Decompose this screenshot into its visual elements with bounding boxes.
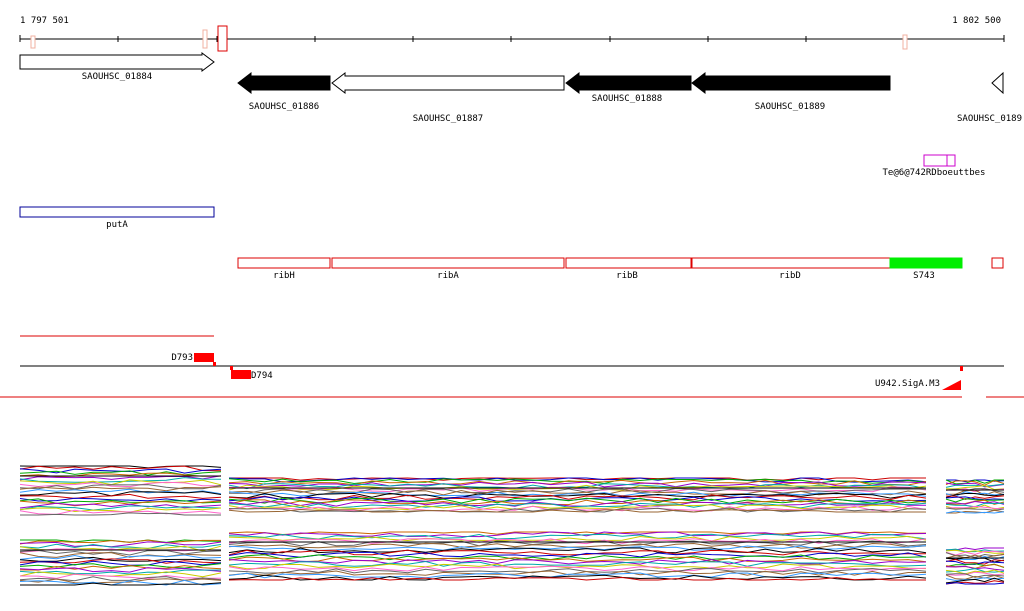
profile-line [228,576,926,581]
gene-label: SAOUHSC_0189 [957,114,1022,124]
feature-label: ribB [616,271,638,281]
gene-SAOUHSC_01884[interactable]: SAOUHSC_01884 [19,52,215,82]
feature-label: ribH [273,271,295,281]
feature-unnamed[interactable] [991,257,1004,269]
segment-U942[interactable]: U942.SigA.M3 [875,366,963,390]
segment-label: D793 [171,353,193,363]
putA-feature[interactable]: putA [19,206,215,230]
gene-arrow[interactable] [19,52,215,72]
gene-arrow[interactable] [331,71,565,95]
gene-SAOUHSC_01889[interactable]: SAOUHSC_01889 [691,71,891,112]
profile-line [228,535,927,542]
ruler-marker [217,25,228,52]
gene-arrow[interactable] [691,71,891,95]
ruler-marker [202,29,208,49]
profile-line [19,539,221,545]
gene-label: SAOUHSC_01888 [592,94,662,104]
gene-label: SAOUHSC_01884 [82,72,152,82]
profile-line [228,549,926,556]
profile-line [19,468,222,474]
expression-profiles [19,465,1005,586]
gene-label: SAOUHSC_01889 [755,102,825,112]
gene-SAOUHSC_01888[interactable]: SAOUHSC_01888 [565,71,692,104]
magenta-feature[interactable]: Te@6@742RDboeuttbes [883,154,986,178]
segment-label: U942.SigA.M3 [875,379,940,389]
gene-SAOUHSC_01887[interactable]: SAOUHSC_01887 [331,71,565,124]
ruler-marker [902,34,908,50]
operon-track: ribH ribA ribB ribD S743 [237,257,1004,281]
feature-ribA[interactable]: ribA [331,257,565,281]
feature-label: S743 [913,271,935,281]
gene-track: SAOUHSC_01884 SAOUHSC_01886 SAOUHSC_0188… [19,52,1022,124]
segment-track: D793 D794 U942.SigA.M3 [20,335,1004,390]
ruler-marker [30,35,36,49]
start-coordinate-label: 1 797 501 [20,16,69,26]
feature-S743[interactable]: S743 [889,257,963,281]
end-coordinate-label: 1 802 500 [952,16,1001,26]
putA-label: putA [106,220,128,230]
feature-ribH[interactable]: ribH [237,257,331,281]
profile-line [19,465,222,472]
gene-arrow[interactable] [565,71,692,95]
gene-label: SAOUHSC_01887 [413,114,483,124]
feature-ribB[interactable]: ribB [565,257,692,281]
magenta-feature-label: Te@6@742RDboeuttbes [883,168,986,178]
gene-SAOUHSC_01886[interactable]: SAOUHSC_01886 [237,71,331,112]
gene-SAOUHSC_0189[interactable]: SAOUHSC_0189 [957,71,1022,124]
feature-ribD[interactable]: ribD [691,257,891,281]
genome-browser-view: 1 797 501 1 802 500 SAOUHSC_01884 SAOUHS… [0,16,1024,586]
gene-label: SAOUHSC_01886 [249,102,319,112]
coordinate-ruler: 1 797 501 1 802 500 [19,16,1005,52]
profile-line [19,560,222,566]
segment-D794[interactable]: D794 [230,366,273,381]
gene-arrow[interactable] [991,71,1004,95]
profile-line [19,493,222,499]
feature-label: ribD [779,271,801,281]
segment-label: D794 [251,371,273,381]
segment-D793[interactable]: D793 [171,353,216,366]
feature-label: ribA [437,271,459,281]
profile-line [19,497,222,502]
gene-arrow[interactable] [237,71,331,95]
